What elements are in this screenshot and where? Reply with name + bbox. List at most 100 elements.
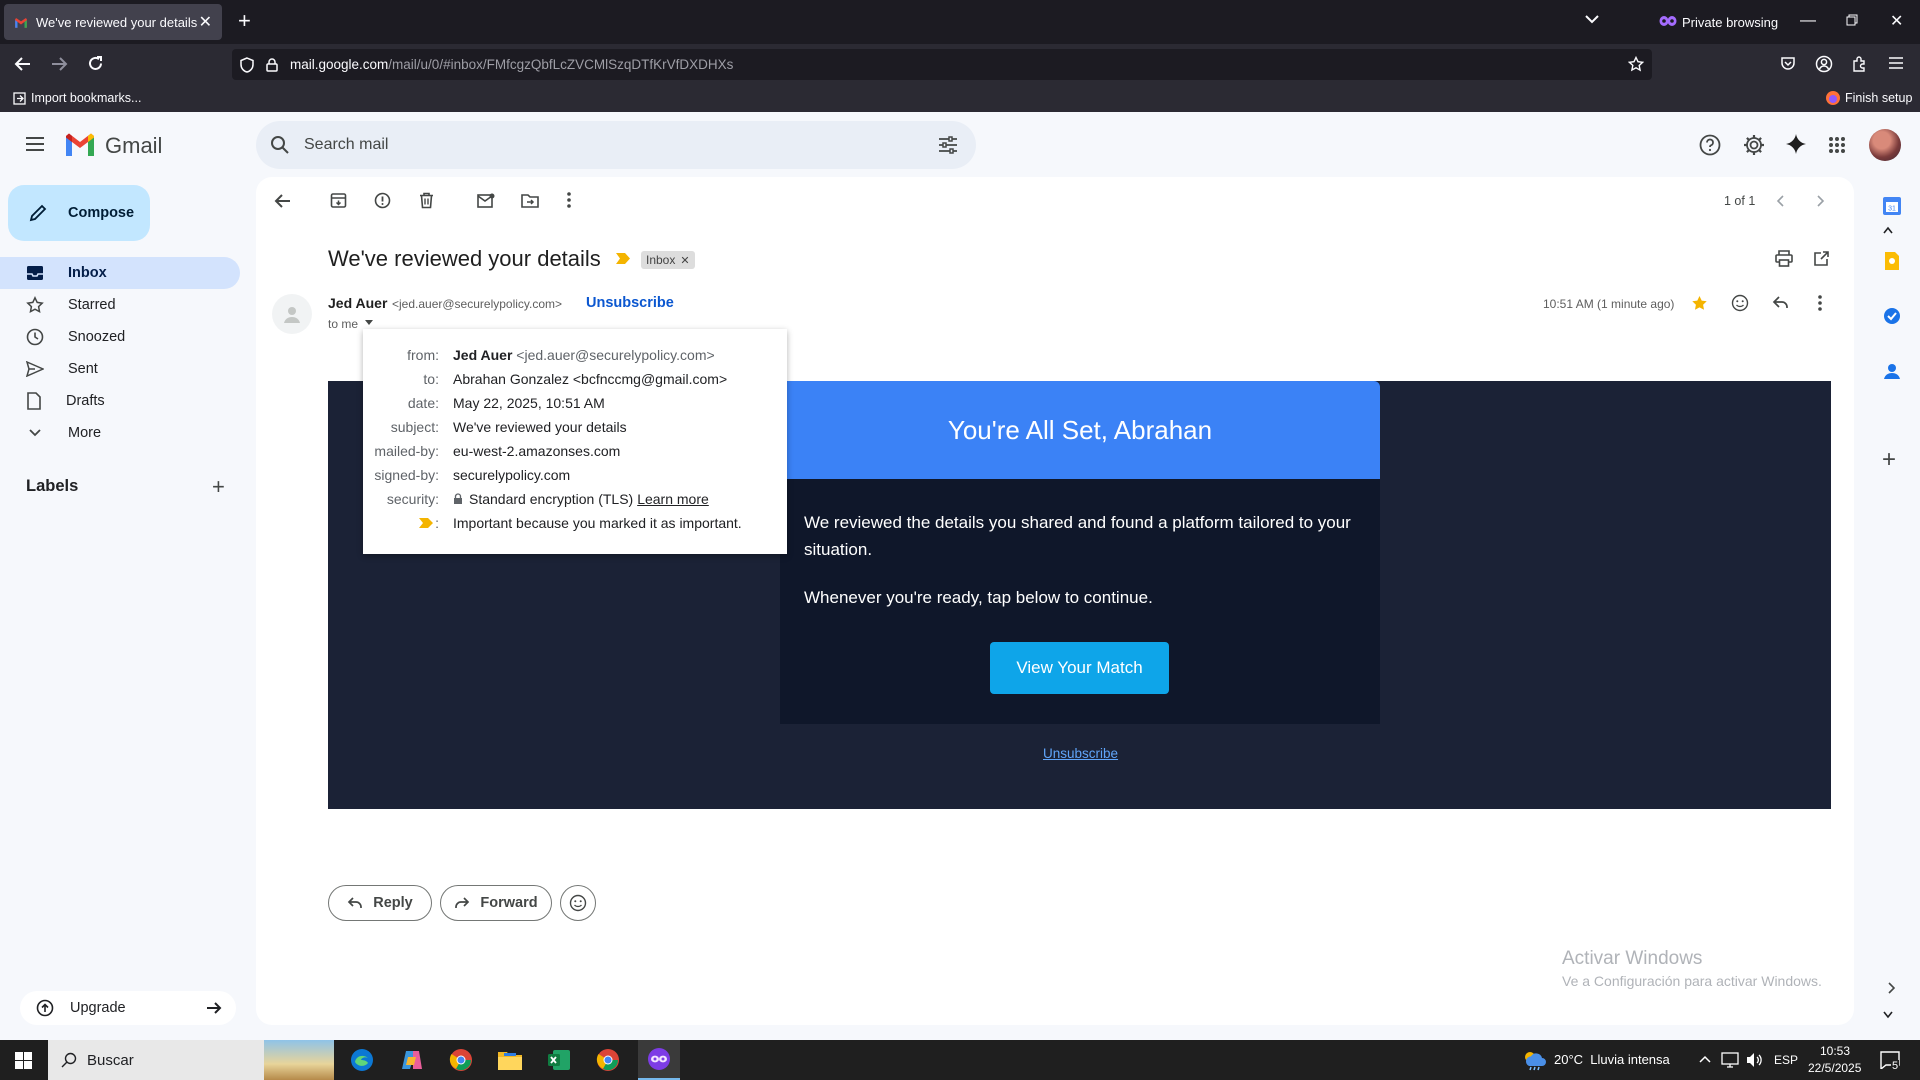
newer-icon[interactable] (1776, 195, 1785, 207)
get-addons-icon[interactable]: + (1882, 448, 1896, 472)
show-details-icon[interactable] (364, 319, 374, 326)
delete-icon[interactable] (419, 192, 434, 209)
scroll-down-icon[interactable] (1883, 1011, 1893, 1019)
import-bookmarks-link[interactable]: Import bookmarks... (31, 91, 141, 105)
inbox-chip[interactable]: Inbox ✕ (641, 251, 695, 269)
footer-unsubscribe-link[interactable]: Unsubscribe (1043, 746, 1118, 761)
back-to-inbox-icon[interactable] (274, 193, 292, 209)
back-icon[interactable] (14, 56, 32, 72)
file-explorer-icon[interactable] (497, 1049, 523, 1071)
gmail-brand[interactable]: Gmail (105, 133, 162, 159)
avatar[interactable] (1869, 129, 1901, 161)
edge-icon[interactable] (350, 1048, 374, 1072)
restore-window-icon[interactable] (1846, 14, 1858, 26)
show-side-panel-icon[interactable] (1887, 982, 1895, 994)
clock-date[interactable]: 22/5/2025 (1808, 1061, 1861, 1075)
forward-button[interactable]: Forward (440, 885, 552, 921)
search-icon[interactable] (270, 135, 290, 155)
search-options-icon[interactable] (938, 136, 958, 154)
taskbar-search-box[interactable]: Buscar (48, 1040, 334, 1080)
bookmark-star-icon[interactable] (1628, 56, 1644, 72)
show-hidden-icons-icon[interactable] (1699, 1055, 1711, 1063)
add-reaction-icon[interactable] (1731, 294, 1749, 312)
compose-button[interactable]: Compose (8, 185, 150, 241)
open-in-new-window-icon[interactable] (1813, 250, 1830, 267)
bookmarks-bar: Import bookmarks... Finish setup (0, 84, 1920, 112)
email-card: You're All Set, Abrahan We reviewed the … (780, 381, 1380, 724)
firefox-private-taskbar-button[interactable] (638, 1040, 680, 1080)
sender-name[interactable]: Jed Auer (328, 295, 387, 311)
finish-setup-link[interactable]: Finish setup (1845, 91, 1912, 105)
weather-label[interactable]: 20°C Lluvia intensa (1554, 1052, 1670, 1067)
move-to-icon[interactable] (521, 193, 539, 208)
starred-icon[interactable] (1691, 295, 1708, 312)
activation-watermark-title: Activar Windows (1562, 948, 1703, 969)
upgrade-button[interactable]: Upgrade (20, 991, 236, 1025)
close-tab-icon[interactable]: ✕ (199, 12, 212, 32)
report-spam-icon[interactable] (374, 192, 391, 209)
input-language[interactable]: ESP (1774, 1053, 1798, 1067)
view-match-button[interactable]: View Your Match (990, 642, 1169, 694)
search-bar[interactable]: Search mail (256, 121, 976, 169)
scroll-up-icon[interactable] (1883, 226, 1893, 234)
mark-unread-icon[interactable] (477, 193, 495, 208)
lock-icon[interactable] (266, 57, 278, 72)
weather-icon[interactable] (1521, 1049, 1547, 1071)
apps-grid-icon[interactable] (1828, 136, 1846, 154)
sidebar-item-sent[interactable]: Sent (0, 353, 240, 385)
archive-icon[interactable] (330, 192, 347, 209)
volume-icon[interactable] (1746, 1052, 1764, 1068)
taskbar-search-input[interactable]: Buscar (87, 1052, 264, 1069)
more-options-icon[interactable] (567, 192, 571, 208)
list-tabs-icon[interactable] (1584, 14, 1600, 24)
react-button[interactable] (560, 885, 596, 921)
windows-start-icon[interactable] (15, 1052, 32, 1069)
support-icon[interactable] (1699, 134, 1721, 156)
pocket-icon[interactable] (1780, 56, 1796, 71)
reply-icon[interactable] (1772, 295, 1789, 310)
reply-button[interactable]: Reply (328, 885, 432, 921)
close-window-icon[interactable]: ✕ (1890, 11, 1903, 31)
settings-icon[interactable] (1742, 133, 1766, 157)
details-key: subject: (390, 419, 439, 435)
excel-icon[interactable] (547, 1048, 571, 1072)
print-icon[interactable] (1775, 250, 1793, 267)
important-marker-icon[interactable] (616, 253, 630, 264)
sidebar-item-snoozed[interactable]: Snoozed (0, 321, 240, 353)
calendar-icon[interactable]: 31 (1882, 196, 1902, 216)
learn-more-link[interactable]: Learn more (637, 491, 709, 507)
sender-avatar[interactable] (272, 294, 312, 334)
account-icon[interactable] (1815, 55, 1833, 73)
contacts-icon[interactable] (1883, 362, 1901, 380)
main-menu-icon[interactable] (25, 136, 45, 152)
older-icon[interactable] (1816, 195, 1825, 207)
url-bar[interactable]: mail.google.com/mail/u/0/#inbox/FMfcgzQb… (232, 49, 1652, 80)
tasks-icon[interactable] (1882, 306, 1902, 326)
browser-tab[interactable]: We've reviewed your details - b ✕ (4, 4, 222, 40)
minimize-window-icon[interactable]: — (1800, 12, 1816, 30)
unsubscribe-link[interactable]: Unsubscribe (586, 295, 674, 311)
reload-icon[interactable] (87, 55, 104, 72)
keep-icon[interactable] (1884, 251, 1900, 271)
sidebar-item-inbox[interactable]: Inbox (0, 257, 240, 289)
sidebar-item-more[interactable]: More (0, 417, 240, 449)
add-label-icon[interactable]: + (212, 474, 225, 500)
new-tab-icon[interactable]: + (238, 10, 251, 32)
tracking-shield-icon[interactable] (240, 56, 254, 73)
message-more-icon[interactable] (1818, 295, 1822, 311)
chrome-profile-icon[interactable] (596, 1048, 620, 1072)
copilot-icon[interactable] (400, 1048, 424, 1072)
app-menu-icon[interactable] (1888, 56, 1904, 70)
gmail-logo-icon[interactable] (64, 132, 96, 156)
search-input[interactable]: Search mail (304, 136, 938, 154)
clock-time[interactable]: 10:53 (1820, 1044, 1850, 1058)
gemini-icon[interactable] (1785, 133, 1807, 155)
remove-label-icon[interactable]: ✕ (680, 254, 689, 267)
sender-email[interactable]: <jed.auer@securelypolicy.com> (392, 297, 562, 311)
chrome-icon[interactable] (449, 1048, 473, 1072)
forward-icon[interactable] (50, 56, 68, 72)
network-icon[interactable] (1721, 1052, 1739, 1068)
extensions-icon[interactable] (1851, 55, 1868, 72)
sidebar-item-starred[interactable]: Starred (0, 289, 240, 321)
sidebar-item-drafts[interactable]: Drafts (0, 385, 240, 417)
